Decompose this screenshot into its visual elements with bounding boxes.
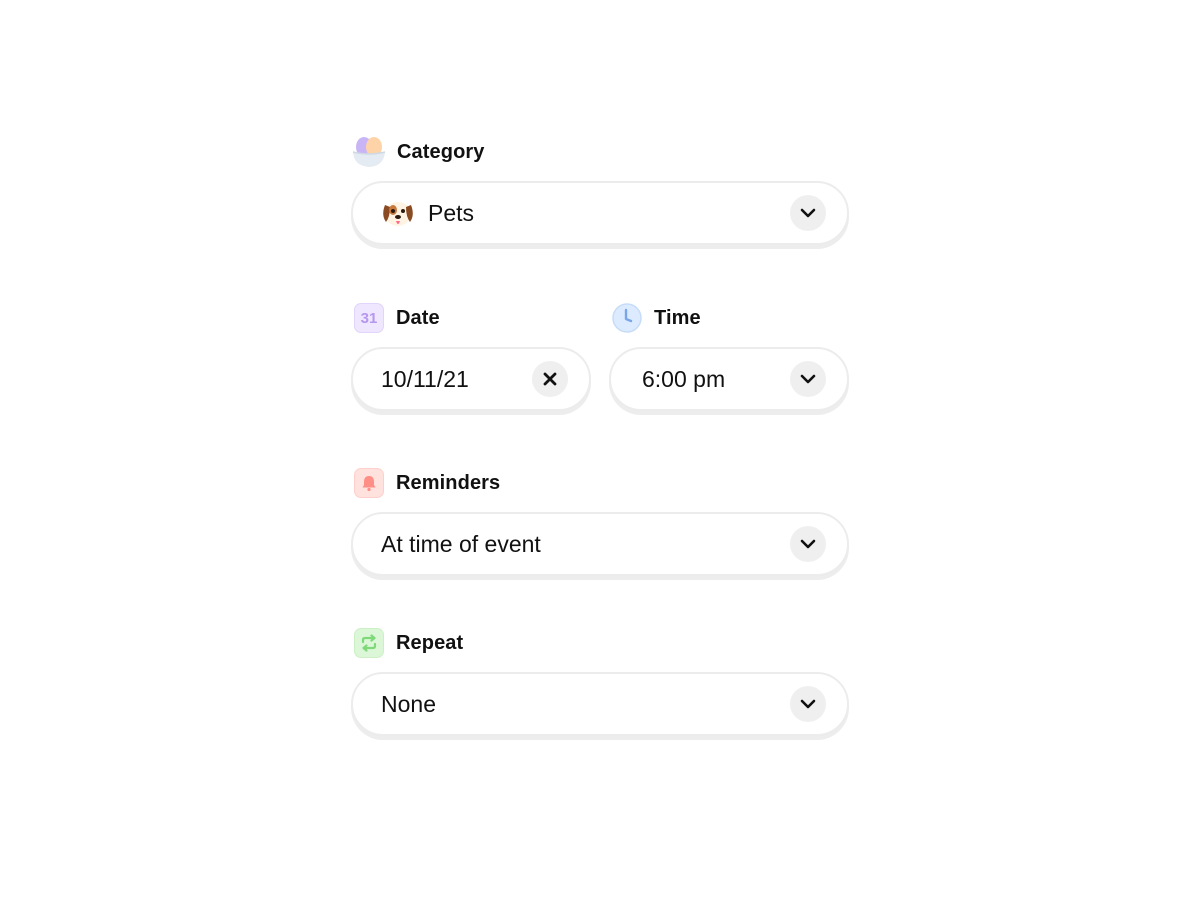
reminders-label: Reminders: [396, 471, 501, 494]
repeat-value: None: [381, 690, 436, 717]
reminders-select[interactable]: At time of event: [351, 512, 849, 576]
repeat-dropdown-button[interactable]: [790, 686, 826, 722]
reminders-field: Reminders At time of event: [351, 466, 849, 576]
chevron-down-icon: [800, 374, 816, 384]
clock-icon: [611, 302, 643, 334]
date-label: Date: [396, 306, 440, 329]
time-field: Time 6:00 pm: [609, 301, 849, 411]
repeat-field: Repeat None: [351, 626, 849, 736]
category-value: Pets: [428, 199, 475, 226]
calendar-icon-text: 31: [360, 309, 378, 327]
category-label: Category: [397, 140, 485, 163]
repeat-select[interactable]: None: [351, 672, 849, 736]
time-label: Time: [654, 306, 701, 329]
time-dropdown-button[interactable]: [790, 361, 826, 397]
time-label-row: Time: [609, 301, 849, 335]
category-dropdown-button[interactable]: [790, 195, 826, 231]
date-field: 31 Date 10/11/21: [351, 301, 591, 411]
category-field: Category Pets: [351, 135, 849, 245]
chevron-down-icon: [800, 539, 816, 549]
reminders-value: At time of event: [381, 530, 541, 557]
repeat-label-row: Repeat: [351, 626, 849, 660]
category-bowl-icon: [351, 134, 387, 170]
date-value: 10/11/21: [381, 365, 469, 392]
reminders-label-row: Reminders: [351, 466, 849, 500]
dog-face-icon: [380, 195, 416, 231]
chevron-down-icon: [800, 208, 816, 218]
calendar-icon: 31: [354, 303, 384, 333]
time-value: 6:00 pm: [642, 365, 726, 392]
bell-icon: [354, 468, 384, 498]
repeat-label: Repeat: [396, 631, 464, 654]
repeat-icon: [354, 628, 384, 658]
date-input[interactable]: 10/11/21: [351, 347, 591, 411]
category-label-row: Category: [351, 135, 849, 169]
chevron-down-icon: [800, 699, 816, 709]
category-select[interactable]: Pets: [351, 181, 849, 245]
close-icon: [543, 372, 557, 386]
time-select[interactable]: 6:00 pm: [609, 347, 849, 411]
reminders-dropdown-button[interactable]: [790, 526, 826, 562]
date-label-row: 31 Date: [351, 301, 591, 335]
date-clear-button[interactable]: [532, 361, 568, 397]
